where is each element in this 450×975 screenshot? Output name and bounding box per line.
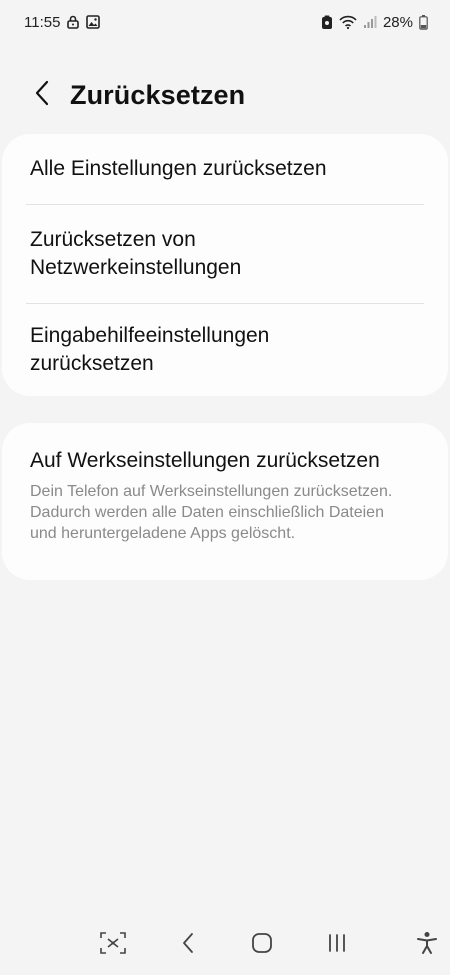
status-time: 11:55	[24, 13, 61, 31]
factory-reset-card: Auf Werkseinstellungen zurücksetzen Dein…	[2, 423, 448, 580]
reset-options-card: Alle Einstellungen zurücksetzen Zurückse…	[2, 134, 448, 396]
home-button[interactable]	[245, 929, 279, 961]
navigation-bar	[0, 915, 450, 975]
reset-all-settings-label: Alle Einstellungen zurücksetzen	[30, 157, 327, 180]
vpn-icon	[321, 15, 333, 30]
signal-icon	[363, 15, 377, 29]
status-right: 28%	[321, 14, 428, 31]
nav-back-button[interactable]	[171, 929, 205, 961]
factory-reset-description: Dein Telefon auf Werkseinstellungen zurü…	[30, 483, 393, 542]
back-button[interactable]	[22, 75, 62, 115]
recents-button[interactable]	[320, 929, 354, 961]
factory-reset-title: Auf Werkseinstellungen zurücksetzen	[30, 449, 380, 472]
reset-accessibility-settings-label: Eingabehilfeeinstellungen zurücksetzen	[30, 324, 270, 375]
accessibility-button[interactable]	[410, 929, 444, 961]
reset-all-settings-item[interactable]: Alle Einstellungen zurücksetzen	[2, 134, 448, 204]
lock-icon	[67, 15, 80, 29]
chevron-left-icon	[34, 80, 50, 111]
header: Zurücksetzen	[0, 66, 450, 124]
page-title: Zurücksetzen	[70, 79, 246, 110]
screenshot-button[interactable]	[96, 929, 130, 961]
status-bar: 11:55 28%	[0, 0, 450, 44]
home-icon	[251, 932, 273, 959]
accessibility-icon	[416, 931, 438, 960]
status-left: 11:55	[24, 13, 101, 31]
battery-icon	[419, 14, 428, 30]
factory-reset-item[interactable]: Auf Werkseinstellungen zurücksetzen Dein…	[2, 423, 448, 544]
reset-network-settings-label: Zurücksetzen von Netzwerkeinstellungen	[30, 228, 242, 279]
back-icon	[181, 932, 195, 959]
recents-icon	[326, 933, 348, 958]
image-icon	[86, 15, 101, 29]
screenshot-icon	[100, 931, 126, 959]
reset-network-settings-item[interactable]: Zurücksetzen von Netzwerkeinstellungen	[2, 205, 448, 303]
battery-percent: 28%	[382, 13, 413, 31]
wifi-icon	[339, 15, 357, 29]
reset-accessibility-settings-item[interactable]: Eingabehilfeeinstellungen zurücksetzen	[2, 304, 448, 396]
